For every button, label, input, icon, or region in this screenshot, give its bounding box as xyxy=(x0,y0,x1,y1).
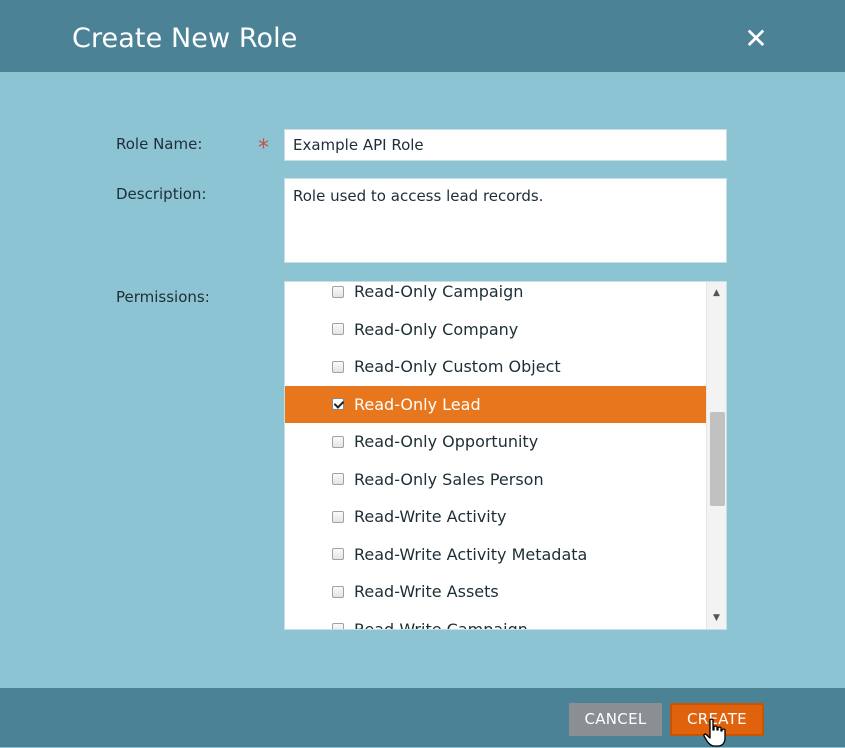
required-marker: * xyxy=(258,136,269,161)
checkbox[interactable] xyxy=(332,285,344,298)
permission-item-selected[interactable]: Read-Only Lead xyxy=(285,385,706,423)
permissions-items: Read-Only Campaign Read-Only Company Rea… xyxy=(285,282,706,630)
scroll-up-arrow-icon[interactable]: ▲ xyxy=(707,285,726,301)
permission-item[interactable]: Read-Only Campaign xyxy=(285,282,706,311)
checkbox[interactable] xyxy=(332,473,344,486)
permissions-list[interactable]: Read-Only Campaign Read-Only Company Rea… xyxy=(284,281,727,630)
permission-label: Read-Only Lead xyxy=(354,394,481,414)
permission-label: Read-Only Campaign xyxy=(354,282,524,302)
checkbox[interactable] xyxy=(332,585,344,598)
checkbox[interactable] xyxy=(332,548,344,561)
hand-pointer-icon xyxy=(703,718,726,747)
permission-item[interactable]: Read-Only Sales Person xyxy=(285,461,706,499)
permissions-label: Permissions: xyxy=(116,288,210,306)
description-textarea[interactable]: Role used to access lead records. xyxy=(284,178,727,263)
permission-item[interactable]: Read-Write Campaign xyxy=(285,611,706,630)
permission-item[interactable]: Read-Only Company xyxy=(285,311,706,349)
permission-item[interactable]: Read-Only Opportunity xyxy=(285,423,706,461)
permission-label: Read-Only Sales Person xyxy=(354,469,544,489)
permission-label: Read-Only Company xyxy=(354,319,519,339)
permission-label: Read-Write Activity Metadata xyxy=(354,544,588,564)
permission-item[interactable]: Read-Write Activity Metadata xyxy=(285,536,706,574)
checkbox-checked[interactable] xyxy=(332,398,344,411)
checkbox[interactable] xyxy=(332,360,344,373)
permission-item[interactable]: Read-Write Activity xyxy=(285,498,706,536)
close-icon[interactable]: ✕ xyxy=(741,24,771,54)
permission-item[interactable]: Read-Only Custom Object xyxy=(285,348,706,386)
permission-label: Read-Write Assets xyxy=(354,582,499,602)
role-name-label: Role Name: xyxy=(116,135,203,153)
permission-label: Read-Only Opportunity xyxy=(354,432,539,452)
dialog-header: Create New Role ✕ xyxy=(0,0,845,72)
role-name-input[interactable]: Example API Role xyxy=(284,129,727,161)
checkbox[interactable] xyxy=(332,323,344,336)
scroll-thumb[interactable] xyxy=(710,412,725,506)
scroll-down-arrow-icon[interactable]: ▼ xyxy=(707,610,726,626)
permission-label: Read-Write Activity xyxy=(354,507,507,527)
cancel-button[interactable]: CANCEL xyxy=(569,703,662,736)
permission-label: Read-Only Custom Object xyxy=(354,357,561,377)
permission-label: Read-Write Campaign xyxy=(354,619,528,630)
scrollbar[interactable]: ▲ ▼ xyxy=(706,282,726,629)
checkbox[interactable] xyxy=(332,435,344,448)
dialog-title: Create New Role xyxy=(72,23,298,54)
description-label: Description: xyxy=(116,185,207,203)
permission-item[interactable]: Read-Write Assets xyxy=(285,573,706,611)
checkbox[interactable] xyxy=(332,623,344,629)
checkbox[interactable] xyxy=(332,510,344,523)
